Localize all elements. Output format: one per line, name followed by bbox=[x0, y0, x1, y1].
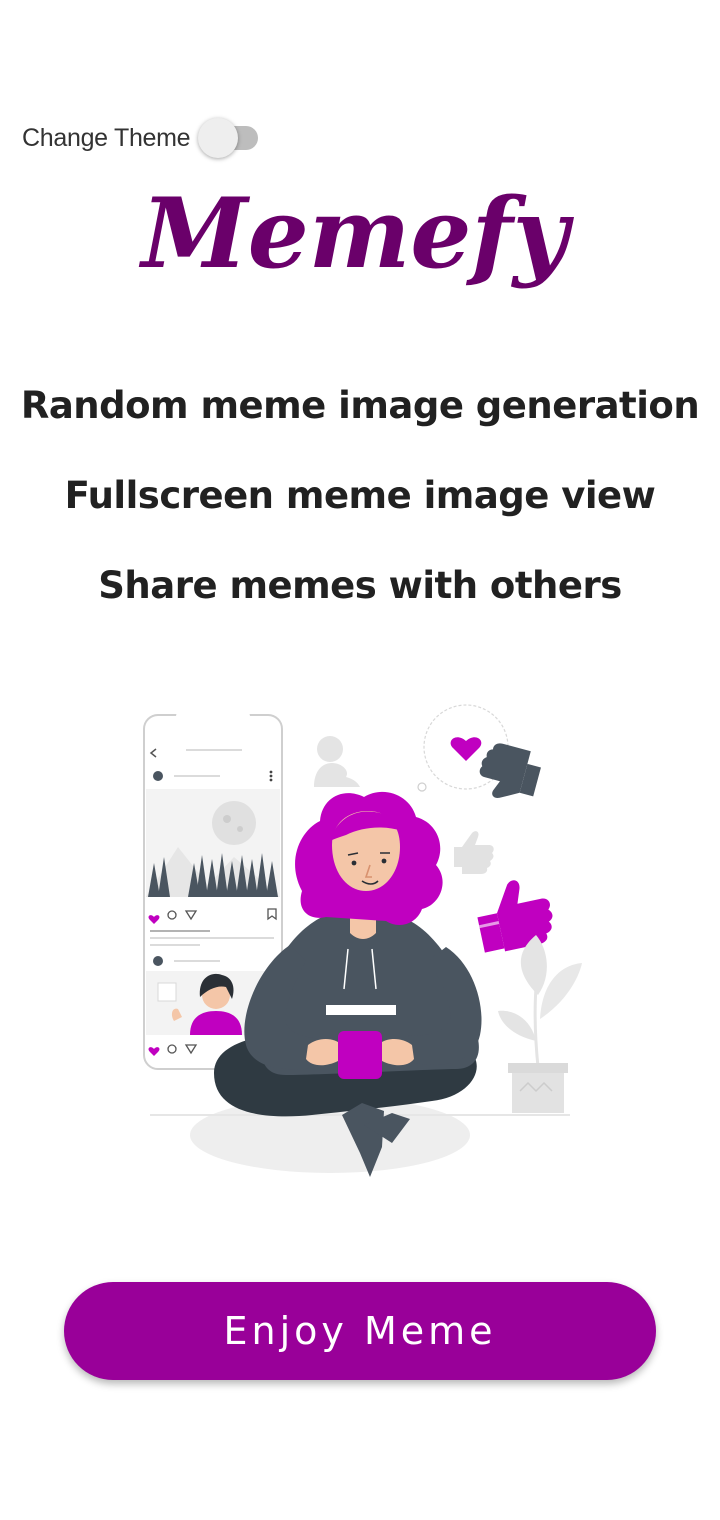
theme-switch[interactable] bbox=[198, 116, 264, 160]
feature-item: Share memes with others bbox=[98, 564, 622, 607]
feature-item: Random meme image generation bbox=[20, 384, 700, 427]
thumbs-up-icon bbox=[477, 880, 553, 953]
feature-list: Random meme image generation Fullscreen … bbox=[0, 378, 720, 648]
thumbs-up-icon bbox=[454, 831, 494, 874]
theme-toggle-row: Change Theme bbox=[22, 116, 264, 160]
plant-decoration bbox=[498, 935, 582, 1113]
change-theme-label: Change Theme bbox=[22, 123, 191, 152]
feature-item: Fullscreen meme image view bbox=[64, 474, 656, 517]
logo-text: Memefy bbox=[138, 177, 574, 290]
memefy-logo: Memefy bbox=[138, 177, 574, 290]
enjoy-meme-button[interactable]: Enjoy Meme bbox=[64, 1282, 656, 1380]
theme-switch-thumb[interactable] bbox=[198, 118, 239, 158]
person-with-phone-illustration bbox=[143, 704, 582, 1177]
